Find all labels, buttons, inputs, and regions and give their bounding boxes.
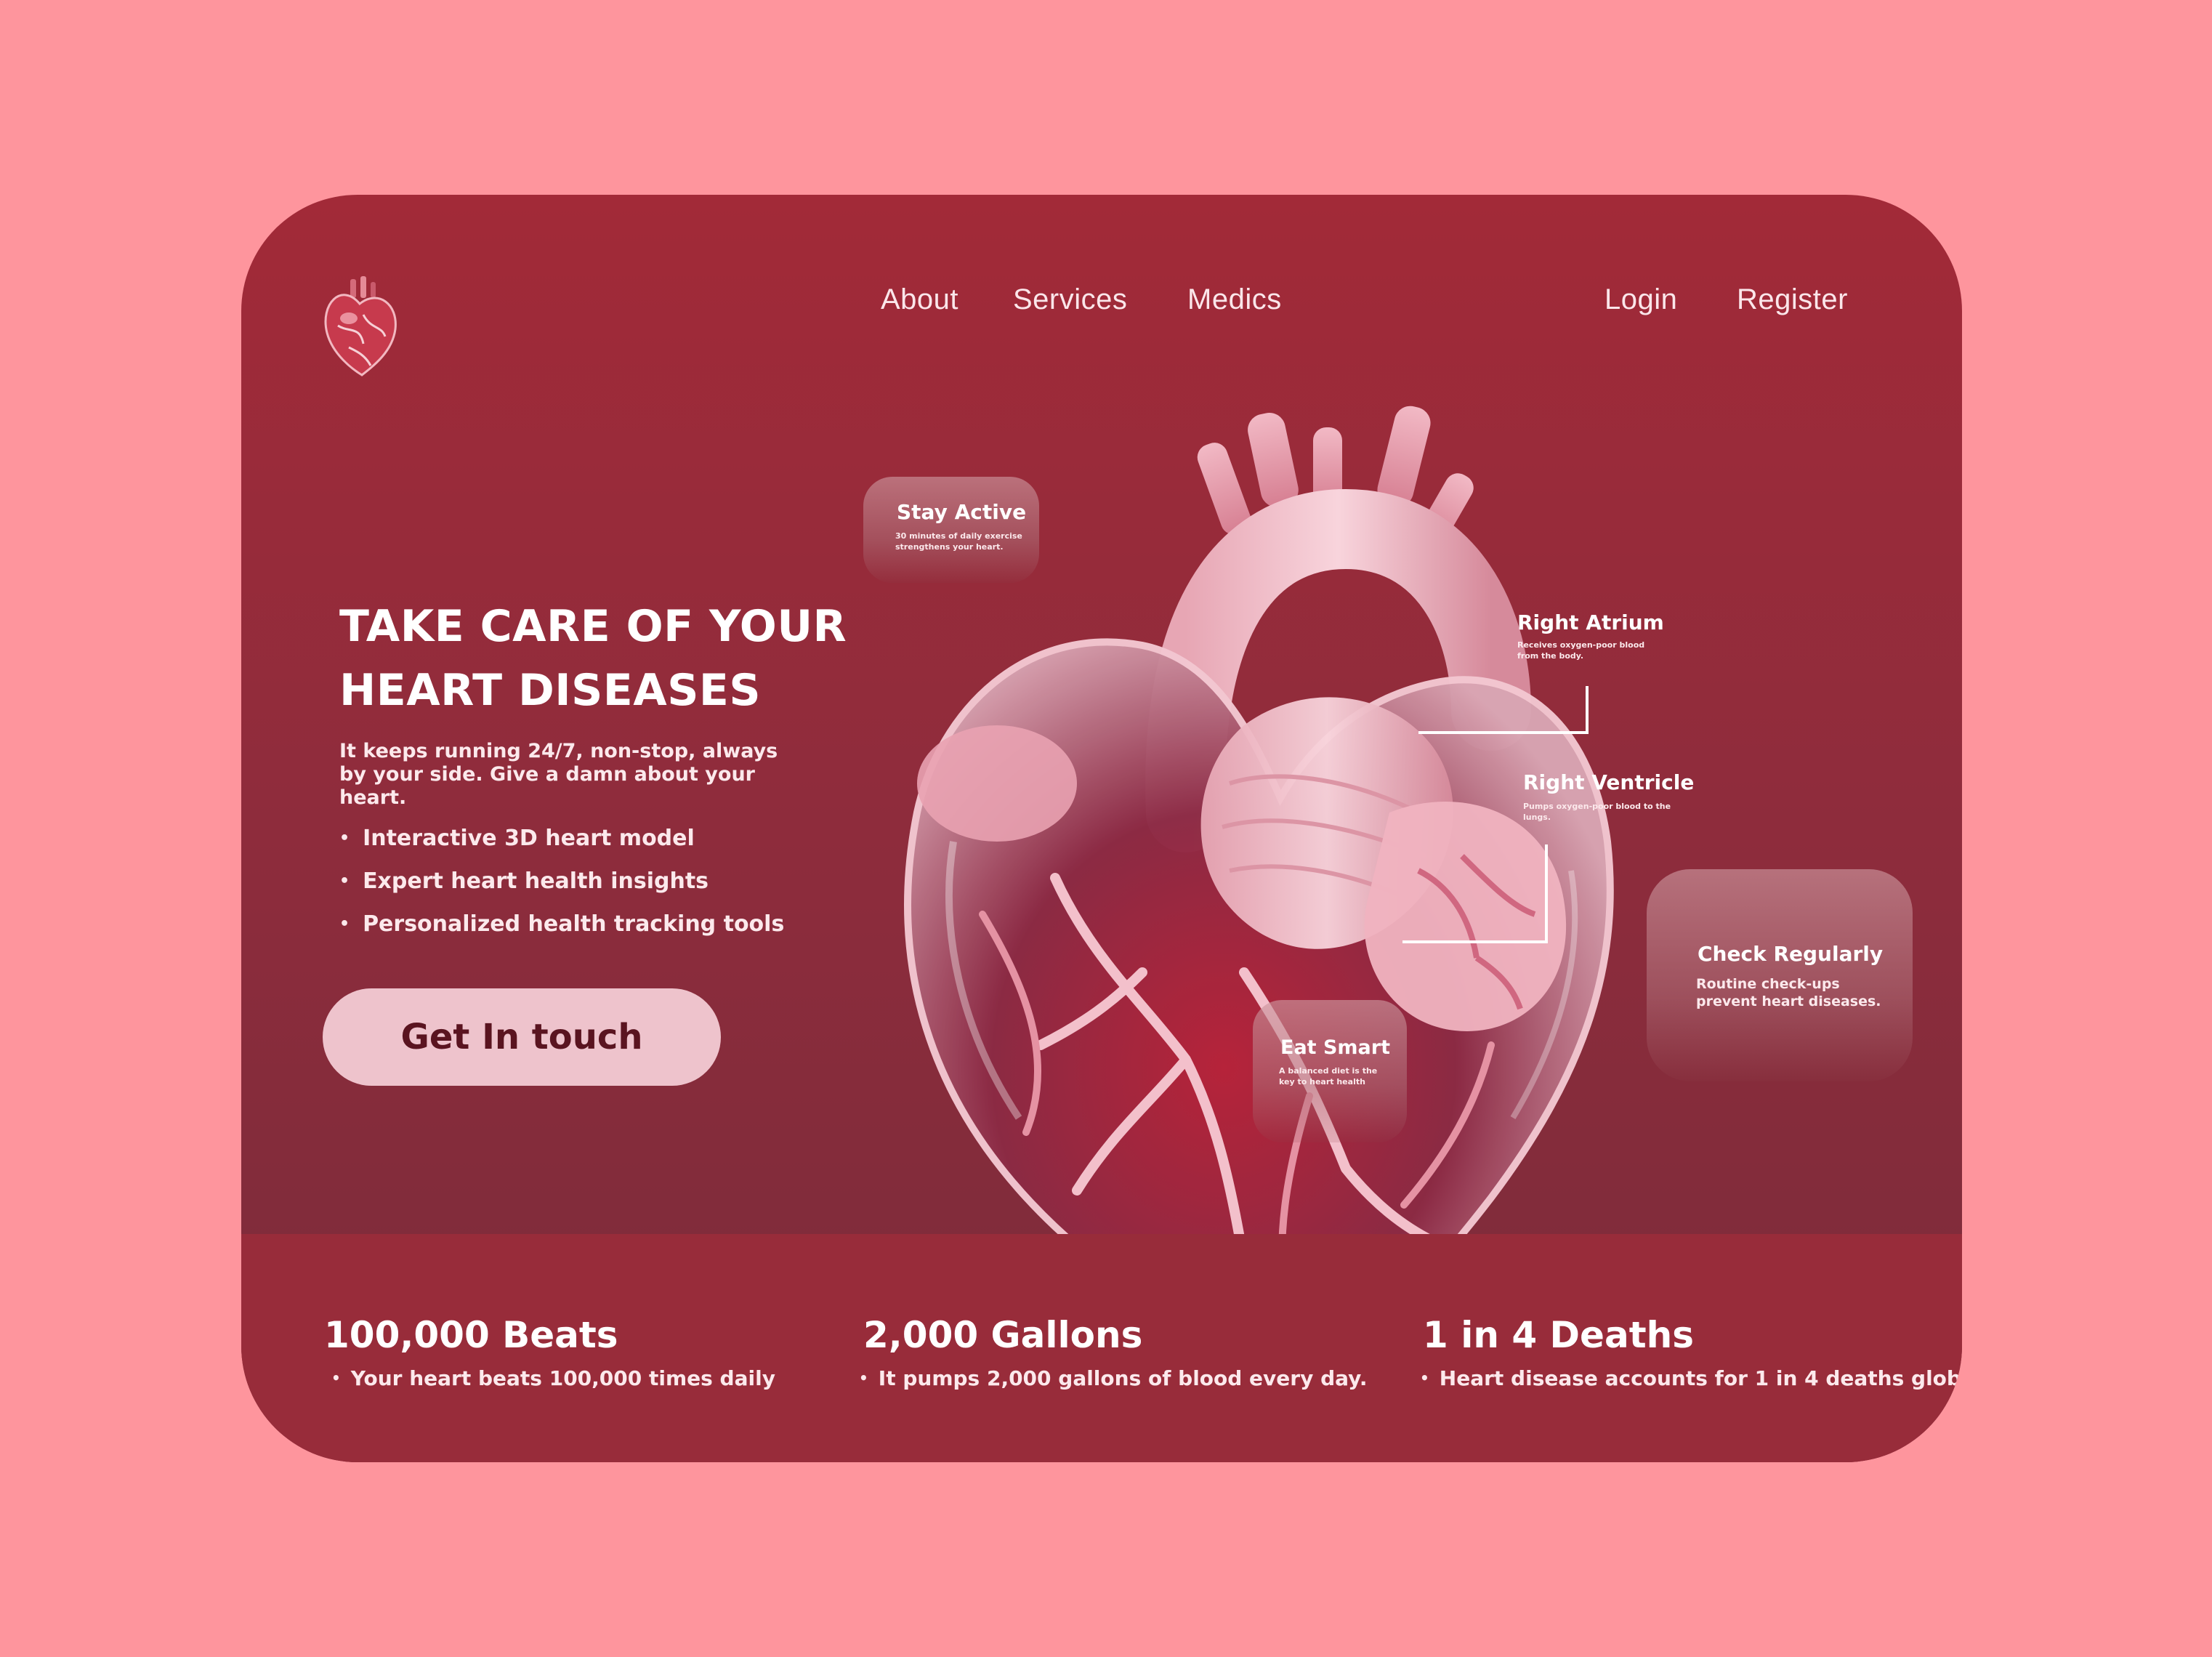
register-link[interactable]: Register: [1737, 283, 1848, 316]
nav-about[interactable]: About: [881, 283, 958, 316]
nav-services[interactable]: Services: [1013, 283, 1127, 316]
hero-subtitle: It keeps running 24/7, non-stop, always …: [339, 740, 778, 809]
stats-band: 100,000 Beats Your heart beats 100,000 t…: [241, 1234, 1962, 1462]
stay-active-card: Stay Active 30 minutes of daily exercise…: [863, 477, 1039, 583]
login-link[interactable]: Login: [1604, 283, 1677, 316]
eat-smart-desc: A balanced diet is the key to heart heal…: [1279, 1066, 1378, 1086]
feature-item: Personalized health tracking tools: [339, 904, 784, 947]
stat-gallons-value: 2,000 Gallons: [863, 1314, 1143, 1356]
feature-list: Interactive 3D heart model Expert heart …: [339, 818, 784, 947]
get-in-touch-button[interactable]: Get In touch: [323, 988, 721, 1086]
check-regularly-title: Check Regularly: [1698, 942, 1884, 966]
hero-title-line2: HEART DISEASES: [339, 665, 762, 716]
stat-deaths-value: 1 in 4 Deaths: [1423, 1314, 1694, 1356]
right-atrium-desc: Receives oxygen-poor blood from the body…: [1517, 640, 1645, 661]
check-regularly-card: Check Regularly Routine check-ups preven…: [1647, 869, 1913, 1081]
stay-active-title: Stay Active: [897, 500, 1027, 524]
stat-deaths-desc: Heart disease accounts for 1 in 4 deaths…: [1420, 1366, 1962, 1390]
feature-item: Expert heart health insights: [339, 861, 784, 904]
right-atrium-title: Right Atrium: [1517, 610, 1664, 634]
check-regularly-desc: Routine check-ups prevent heart diseases…: [1696, 976, 1881, 1009]
heart-logo-icon[interactable]: [320, 275, 400, 376]
stay-active-desc: 30 minutes of daily exercise strengthens…: [895, 531, 1022, 552]
hero-title-line1: TAKE CARE OF YOUR: [339, 601, 847, 652]
stat-beats-desc: Your heart beats 100,000 times daily: [331, 1366, 775, 1390]
stat-gallons-desc: It pumps 2,000 gallons of blood every da…: [859, 1366, 1368, 1390]
hero-title: TAKE CARE OF YOUR HEART DISEASES: [339, 594, 847, 722]
right-ventricle-desc: Pumps oxygen-poor blood to the lungs.: [1523, 802, 1671, 822]
feature-item: Interactive 3D heart model: [339, 818, 784, 861]
right-ventricle-title: Right Ventricle: [1523, 770, 1695, 794]
nav-medics[interactable]: Medics: [1187, 283, 1282, 316]
eat-smart-card: Eat Smart A balanced diet is the key to …: [1253, 1000, 1407, 1142]
landing-card: About Services Medics Login Register TAK…: [241, 195, 1962, 1462]
stat-beats-value: 100,000 Beats: [324, 1314, 618, 1356]
eat-smart-title: Eat Smart: [1280, 1036, 1390, 1059]
